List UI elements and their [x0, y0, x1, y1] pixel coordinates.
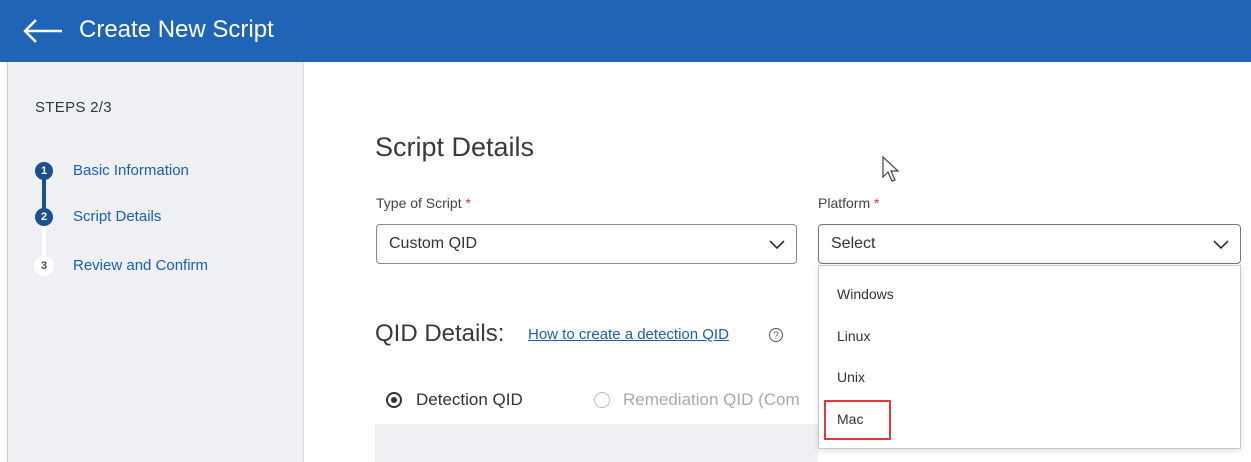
platform-select[interactable]: Select: [818, 224, 1241, 264]
platform-label-text: Platform: [818, 195, 871, 211]
step-script-details[interactable]: Script Details: [73, 208, 161, 225]
platform-value: Select: [831, 235, 876, 252]
detection-qid-radio[interactable]: [386, 392, 402, 408]
platform-option-unix[interactable]: Unix: [837, 369, 865, 385]
step-1-indicator: 1: [35, 162, 53, 180]
app-header: Create New Script: [0, 0, 1251, 62]
platform-option-windows[interactable]: Windows: [837, 286, 894, 302]
page-title: Create New Script: [79, 16, 274, 43]
svg-text:?: ?: [773, 331, 779, 342]
type-of-script-label-text: Type of Script: [376, 195, 462, 211]
mouse-cursor-icon: [882, 155, 900, 182]
platform-label: Platform *: [818, 195, 879, 211]
help-icon[interactable]: ?: [768, 327, 784, 343]
type-of-script-value: Custom QID: [389, 235, 478, 252]
section-title: Script Details: [375, 132, 535, 162]
type-of-script-label: Type of Script *: [376, 195, 471, 211]
step-basic-information[interactable]: Basic Information: [73, 162, 189, 179]
platform-option-linux[interactable]: Linux: [837, 328, 870, 344]
chevron-down-icon: [769, 240, 785, 250]
required-mark: *: [465, 195, 471, 211]
type-of-script-select[interactable]: Custom QID: [376, 224, 797, 264]
detection-qid-label: Detection QID: [416, 390, 523, 409]
step-3-indicator: 3: [34, 256, 54, 276]
qid-details-title: QID Details:: [375, 320, 505, 347]
required-mark: *: [874, 195, 880, 211]
steps-counter: STEPS 2/3: [35, 99, 112, 116]
mac-option-highlight-box: [824, 400, 891, 440]
remediation-qid-label: Remediation QID (Com: [623, 390, 800, 409]
remediation-qid-radio[interactable]: [594, 392, 610, 408]
chevron-down-icon: [1213, 240, 1229, 250]
step-review-and-confirm[interactable]: Review and Confirm: [73, 257, 208, 274]
arrow-left-icon[interactable]: [22, 17, 64, 45]
step-2-indicator: 2: [35, 208, 53, 226]
qid-content-panel: [375, 424, 818, 462]
how-to-create-qid-link[interactable]: How to create a detection QID: [528, 326, 729, 343]
